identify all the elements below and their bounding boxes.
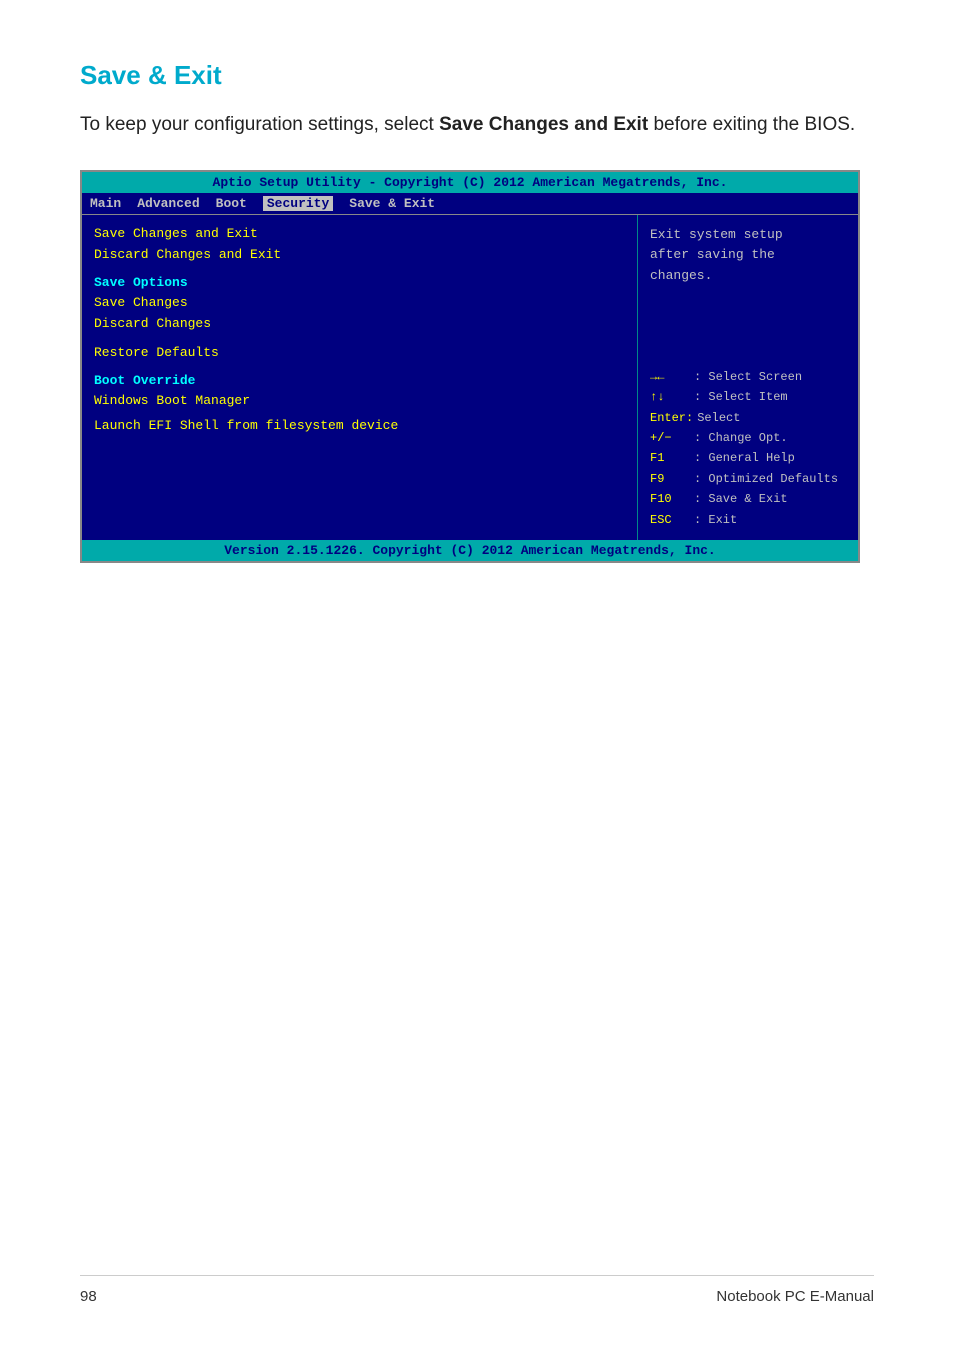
key-optimized-defaults: : Optimized Defaults (694, 469, 838, 489)
help-line2: after saving the (650, 245, 846, 266)
bios-right-panel: Exit system setup after saving the chang… (638, 215, 858, 541)
nav-boot[interactable]: Boot (216, 196, 247, 211)
menu-save-changes[interactable]: Save Changes (94, 294, 625, 311)
menu-restore-defaults[interactable]: Restore Defaults (94, 344, 625, 361)
key-line-f10: F10 : Save & Exit (650, 489, 846, 509)
page-intro: To keep your configuration settings, sel… (80, 111, 874, 140)
key-line-f9: F9 : Optimized Defaults (650, 469, 846, 489)
menu-save-changes-exit[interactable]: Save Changes and Exit (94, 225, 625, 242)
key-select-item: : Select Item (694, 387, 788, 407)
key-line-f1: F1 : General Help (650, 448, 846, 468)
intro-text: To keep your configuration settings, sel… (80, 114, 439, 135)
footer-manual-title: Notebook PC E-Manual (716, 1288, 874, 1305)
intro-bold: Save Changes and Exit (439, 114, 648, 135)
menu-discard-changes[interactable]: Discard Changes (94, 315, 625, 332)
key-esc: ESC (650, 510, 690, 530)
key-save-exit: : Save & Exit (694, 489, 788, 509)
menu-windows-boot-manager[interactable]: Windows Boot Manager (94, 392, 625, 409)
footer-page-number: 98 (80, 1288, 97, 1305)
key-line-select-item: ↑↓ : Select Item (650, 387, 846, 407)
section-save-options: Save Options (94, 275, 625, 290)
page-footer: 98 Notebook PC E-Manual (80, 1275, 874, 1305)
nav-security[interactable]: Security (263, 196, 333, 211)
section-boot-override: Boot Override (94, 373, 625, 388)
help-line1: Exit system setup (650, 225, 846, 246)
key-f1: F1 (650, 448, 690, 468)
key-select: Select (697, 408, 740, 428)
bios-left-panel: Save Changes and Exit Discard Changes an… (82, 215, 638, 541)
key-arrows: →← (650, 367, 690, 387)
menu-launch-efi-shell[interactable]: Launch EFI Shell from filesystem device (94, 417, 625, 434)
bios-footer: Version 2.15.1226. Copyright (C) 2012 Am… (82, 540, 858, 561)
key-line-change: +/− : Change Opt. (650, 428, 846, 448)
intro-suffix: before exiting the BIOS. (648, 114, 855, 135)
key-f10: F10 (650, 489, 690, 509)
bios-body: Save Changes and Exit Discard Changes an… (82, 215, 858, 541)
nav-main[interactable]: Main (90, 196, 121, 211)
bios-screen: Aptio Setup Utility - Copyright (C) 2012… (80, 170, 860, 564)
key-general-help: : General Help (694, 448, 795, 468)
bios-help-text: Exit system setup after saving the chang… (650, 225, 846, 287)
key-exit: : Exit (694, 510, 737, 530)
key-plusminus: +/− (650, 428, 690, 448)
key-select-screen: : Select Screen (694, 367, 802, 387)
bios-nav: Main Advanced Boot Security Save & Exit (82, 193, 858, 215)
menu-discard-changes-exit[interactable]: Discard Changes and Exit (94, 246, 625, 263)
key-line-select-screen: →← : Select Screen (650, 367, 846, 387)
key-change-opt: : Change Opt. (694, 428, 788, 448)
page-title: Save & Exit (80, 60, 874, 91)
help-line3: changes. (650, 266, 846, 287)
key-help-section: →← : Select Screen ↑↓ : Select Item Ente… (650, 367, 846, 530)
nav-save-exit[interactable]: Save & Exit (349, 196, 435, 211)
bios-header: Aptio Setup Utility - Copyright (C) 2012… (82, 172, 858, 193)
key-line-enter: Enter: Select (650, 408, 846, 428)
key-enter: Enter: (650, 408, 693, 428)
key-line-esc: ESC : Exit (650, 510, 846, 530)
key-f9: F9 (650, 469, 690, 489)
key-updown: ↑↓ (650, 387, 690, 407)
nav-advanced[interactable]: Advanced (137, 196, 199, 211)
